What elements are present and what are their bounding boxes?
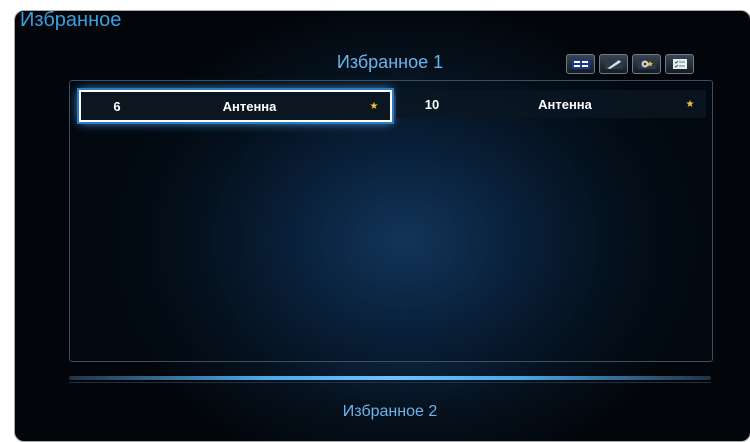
channel-name: Антенна bbox=[222, 98, 277, 114]
favorites-screen: Избранное Избранное 1 6 Антенна ★ 10 Ант… bbox=[0, 0, 750, 423]
channel-number: 10 bbox=[424, 96, 440, 112]
favorite-star-icon: ★ bbox=[369, 100, 379, 112]
group-title-2[interactable]: Избранное 2 bbox=[300, 403, 480, 421]
checklist-icon bbox=[672, 59, 687, 69]
settings-icon bbox=[637, 59, 656, 69]
channel-name: Антенна bbox=[538, 96, 592, 112]
favorite-star-icon: ★ bbox=[685, 98, 695, 110]
divider-line bbox=[69, 382, 711, 383]
channel-tile-2[interactable]: 10 Антенна ★ bbox=[396, 90, 706, 118]
checklist-button[interactable] bbox=[665, 54, 694, 74]
group-divider bbox=[69, 376, 711, 380]
channel-tile-1[interactable]: 6 Антенна ★ bbox=[79, 90, 392, 122]
group-title-1: Избранное 1 bbox=[336, 52, 444, 72]
edit-icon bbox=[604, 59, 623, 69]
channel-number: 6 bbox=[113, 98, 121, 114]
app-title: Избранное bbox=[20, 9, 122, 31]
edit-button[interactable] bbox=[599, 54, 628, 74]
channel-list-panel bbox=[69, 80, 713, 362]
list-view-icon bbox=[571, 59, 590, 69]
list-view-button[interactable] bbox=[566, 54, 595, 74]
toolbar bbox=[566, 54, 694, 74]
settings-button[interactable] bbox=[632, 54, 661, 74]
